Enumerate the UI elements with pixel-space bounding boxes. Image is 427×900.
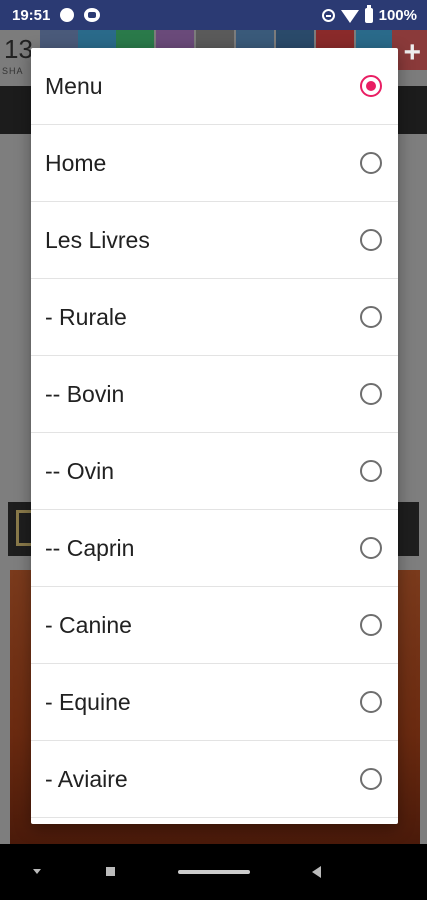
option-label: - Canine — [45, 611, 132, 638]
radio-unchecked-icon[interactable] — [360, 537, 382, 559]
dnd-icon — [321, 8, 335, 22]
battery-percent: 100% — [378, 6, 417, 24]
radio-unchecked-icon[interactable] — [360, 229, 382, 251]
option-canine[interactable]: - Canine — [31, 587, 398, 664]
radio-unchecked-icon[interactable] — [360, 614, 382, 636]
option-label: Les Livres — [45, 226, 150, 253]
option-equine[interactable]: - Equine — [31, 664, 398, 741]
option-aviaire[interactable]: - Aviaire — [31, 741, 398, 818]
home-pill-icon[interactable] — [178, 870, 250, 874]
option-label: -- Bovin — [45, 380, 125, 407]
keyboard-down-icon[interactable] — [33, 869, 41, 874]
option-les-livres[interactable]: Les Livres — [31, 202, 398, 279]
status-bar: 19:51 100% — [0, 0, 427, 30]
share-count: 13 — [4, 34, 33, 64]
radio-unchecked-icon[interactable] — [360, 691, 382, 713]
option-label: - Aviaire — [45, 765, 128, 792]
status-right-group: 100% — [321, 4, 417, 24]
option-label: Menu — [45, 72, 103, 99]
share-label: SHA — [2, 66, 24, 76]
option-bovin[interactable]: -- Bovin — [31, 356, 398, 433]
option-label: - Equine — [45, 688, 131, 715]
radio-unchecked-icon[interactable] — [360, 383, 382, 405]
wifi-icon — [340, 9, 359, 23]
option-label: - Rurale — [45, 303, 127, 330]
circle-notification-icon — [60, 8, 75, 22]
option-caprin[interactable]: -- Caprin — [31, 510, 398, 587]
option-home[interactable]: Home — [31, 125, 398, 202]
option-label: -- Ovin — [45, 457, 114, 484]
plus-icon: + — [403, 36, 421, 69]
radio-unchecked-icon[interactable] — [360, 306, 382, 328]
app-notification-icon — [84, 8, 101, 22]
radio-unchecked-icon[interactable] — [360, 460, 382, 482]
radio-unchecked-icon[interactable] — [360, 768, 382, 790]
status-time: 19:51 — [12, 6, 51, 24]
option-ovin[interactable]: -- Ovin — [31, 433, 398, 510]
option-label: Home — [45, 149, 107, 176]
back-icon[interactable] — [312, 866, 321, 878]
option-rurale[interactable]: - Rurale — [31, 279, 398, 356]
radio-unchecked-icon[interactable] — [360, 152, 382, 174]
option-label: -- Caprin — [45, 534, 135, 561]
option-menu[interactable]: Menu — [31, 48, 398, 125]
menu-select-dialog: Menu Home Les Livres - Rurale -- Bovin -… — [31, 48, 398, 824]
recents-icon[interactable] — [106, 867, 115, 876]
battery-icon — [364, 4, 373, 23]
radio-checked-icon[interactable] — [360, 75, 382, 97]
